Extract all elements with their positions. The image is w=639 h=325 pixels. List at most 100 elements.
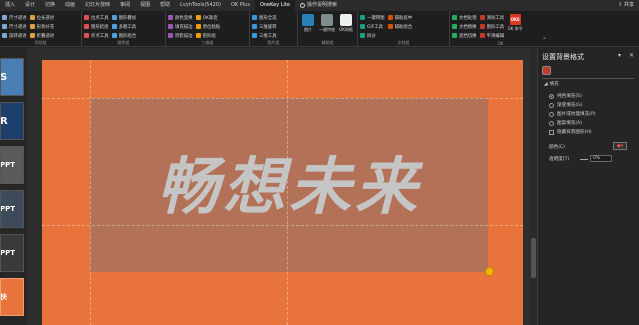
ribbon-btn-10[interactable]: 图形叠加 xyxy=(111,14,136,21)
transparency-label: 透明度(T) xyxy=(549,157,570,162)
paste-icon xyxy=(195,24,201,29)
ok-command-label: OK 命令 xyxy=(507,26,523,31)
tab-help[interactable]: 帮助 xyxy=(155,0,175,11)
ribbon-btn-29[interactable]: 遮挡切换 xyxy=(452,32,477,39)
tab-lvyhtools[interactable]: LvyhTools(5420) xyxy=(175,0,226,11)
transparency-input[interactable]: 0% xyxy=(590,155,612,162)
ribbon-btn-4[interactable]: 拉长递进 xyxy=(29,14,54,21)
slide-thumbnail[interactable]: PPT xyxy=(0,146,24,184)
ribbon-btn-9[interactable]: 折点工具 xyxy=(84,32,109,39)
ribbon-btn-18[interactable]: 矩形组 xyxy=(195,32,221,39)
ribbon-btn-label: 图片 xyxy=(304,27,312,32)
slide-thumbnail[interactable]: R xyxy=(0,102,24,140)
thumb-text: PPT xyxy=(0,205,16,213)
ribbon-btn-label: 形状补充 xyxy=(36,24,55,30)
ribbon-btn-16[interactable]: OK渐变 xyxy=(195,14,221,21)
ribbon-btn-26[interactable]: 辅助组合 xyxy=(387,23,412,30)
tab-design[interactable]: 设计 xyxy=(20,0,40,11)
ribbon-btn-17[interactable]: 原位粘贴 xyxy=(195,23,221,30)
vertical-scrollbar[interactable] xyxy=(530,48,537,325)
ribbon-btn-13[interactable]: 颜色变换 xyxy=(168,14,193,21)
size-icon xyxy=(2,24,7,29)
checkbox-label: 隐藏背景图形(H) xyxy=(557,130,592,135)
collapse-ribbon-icon[interactable]: ⌃ xyxy=(542,37,547,44)
lightbulb-icon xyxy=(299,3,305,8)
radio-label: 渐变填充(G) xyxy=(557,103,583,108)
ribbon-btn-14[interactable]: 填充描边 xyxy=(168,23,193,30)
tab-review[interactable]: 审阅 xyxy=(115,0,135,11)
ok-badge: OKE xyxy=(509,14,521,25)
ribbon-btn-label: OK网格 xyxy=(339,27,353,32)
ribbon-btn-label: 折叠递进 xyxy=(36,33,55,39)
ribbon-btn-8[interactable]: 图形结组 xyxy=(84,23,109,30)
tab-slideshow[interactable]: 幻灯片放映 xyxy=(80,0,115,11)
smooth-icon xyxy=(479,33,485,38)
tab-insert[interactable]: 插入 xyxy=(0,0,20,11)
multi-icon xyxy=(111,24,117,29)
ribbon: 尺寸递进 尺寸递进 旋转递进 拉长递进 形状补充 折叠递进 形状组 拉点工具 图… xyxy=(0,11,639,47)
resize-handle[interactable] xyxy=(485,267,494,276)
radio-gradient-fill[interactable]: 渐变填充(G) xyxy=(549,102,583,108)
thumb-text: PPT xyxy=(0,249,16,257)
radio-label: 图案填充(A) xyxy=(557,121,583,126)
ribbon-btn-label: 原位粘贴 xyxy=(202,24,221,30)
ribbon-btn-15[interactable]: 阴影描边 xyxy=(168,32,193,39)
tab-view[interactable]: 视图 xyxy=(135,0,155,11)
slide-thumbnail-selected[interactable]: 快 xyxy=(0,278,24,316)
chevron-down-icon: ◢ xyxy=(544,81,548,87)
slide-title-text[interactable]: 畅想未来 xyxy=(90,136,488,226)
slide-thumbnail[interactable]: S xyxy=(0,58,24,96)
ribbon-btn-1[interactable]: 尺寸递进 xyxy=(2,14,27,21)
center-icon xyxy=(387,15,393,20)
radio-picture-fill[interactable]: 图片或纹理填充(P) xyxy=(549,111,596,117)
ribbon-btn-22[interactable]: 一键转图 xyxy=(360,14,385,21)
ribbon-btn-24[interactable]: 拆分 xyxy=(360,32,385,39)
ribbon-btn-5[interactable]: 形状补充 xyxy=(29,23,55,30)
tab-transitions[interactable]: 切换 xyxy=(40,0,60,11)
ribbon-btn-label: OK渐变 xyxy=(202,15,218,21)
group-label: 文档组 xyxy=(397,40,410,45)
ribbon-btn-6[interactable]: 折叠递进 xyxy=(29,32,55,39)
radio-dot xyxy=(549,111,554,117)
fill-section-header[interactable]: ◢ 填充 xyxy=(544,81,559,88)
ribbon-btn-30[interactable]: 清除工具 xyxy=(479,14,504,21)
color-picker-button[interactable]: ◆▾ xyxy=(613,142,627,150)
tell-me-search[interactable]: 操作说明搜索 xyxy=(295,0,342,11)
ribbon-group-doc: 一键转图 GIF工具 拆分 辅助居中 辅助组合 文档组 xyxy=(358,11,450,47)
share-button[interactable]: ⇪ 共享 xyxy=(613,0,639,11)
tab-onekey-lite[interactable]: OneKey Lite xyxy=(254,0,295,11)
radio-solid-fill[interactable]: 纯色填充(S) xyxy=(549,93,582,99)
checkbox-hide-bg[interactable]: 隐藏背景图形(H) xyxy=(549,129,592,135)
ribbon-btn-11[interactable]: 多图工具 xyxy=(111,23,136,30)
ribbon-btn-25[interactable]: 辅助居中 xyxy=(387,14,412,21)
ribbon-btn-31[interactable]: 图形工具 xyxy=(479,23,504,30)
tab-ok-plus[interactable]: OK Plus xyxy=(226,0,255,11)
radio-pattern-fill[interactable]: 图案填充(A) xyxy=(549,120,582,126)
ribbon-btn-19[interactable]: 图形全选 xyxy=(252,14,277,21)
ribbon-btn-27[interactable]: 文档处理 xyxy=(452,14,477,21)
close-icon[interactable]: ✕ xyxy=(629,52,634,59)
ribbon-btn-7[interactable]: 拉点工具 xyxy=(84,14,109,21)
ribbon-btn-label: 图形组合 xyxy=(118,33,137,39)
tab-animations[interactable]: 动画 xyxy=(60,0,80,11)
ribbon-btn-23[interactable]: GIF工具 xyxy=(360,23,385,30)
transparency-slider[interactable] xyxy=(580,159,588,160)
fold-point-icon xyxy=(84,33,89,38)
slide-thumbnail[interactable]: PPT xyxy=(0,190,24,228)
ribbon-btn-3[interactable]: 旋转递进 xyxy=(2,32,27,39)
slide-thumbnail[interactable]: PPT xyxy=(0,234,24,272)
scrollbar-thumb[interactable] xyxy=(531,238,536,278)
pane-options-icon[interactable]: ▾ xyxy=(618,52,621,59)
ribbon-btn-label: 文档替换 xyxy=(459,24,477,30)
ribbon-group-ok: 文档处理 文档替换 遮挡切换 清除工具 图形工具 平滑编辑 OKE OK 命令 … xyxy=(450,11,551,47)
ribbon-btn-21[interactable]: 三维工具 xyxy=(252,32,277,39)
ribbon-btn-20[interactable]: 三维旋转 xyxy=(252,23,277,30)
ribbon-btn-label: 图形结组 xyxy=(91,24,109,30)
ribbon-btn-12[interactable]: 图形组合 xyxy=(111,32,137,39)
ribbon-btn-2[interactable]: 尺寸递进 xyxy=(2,23,27,30)
fill-category-icon[interactable] xyxy=(542,66,551,75)
ribbon-btn-label: 文档处理 xyxy=(459,15,477,21)
ribbon-btn-28[interactable]: 文档替换 xyxy=(452,23,477,30)
ribbon-btn-32[interactable]: 平滑编辑 xyxy=(479,32,504,39)
ribbon-btn-label: 三维旋转 xyxy=(259,24,277,30)
